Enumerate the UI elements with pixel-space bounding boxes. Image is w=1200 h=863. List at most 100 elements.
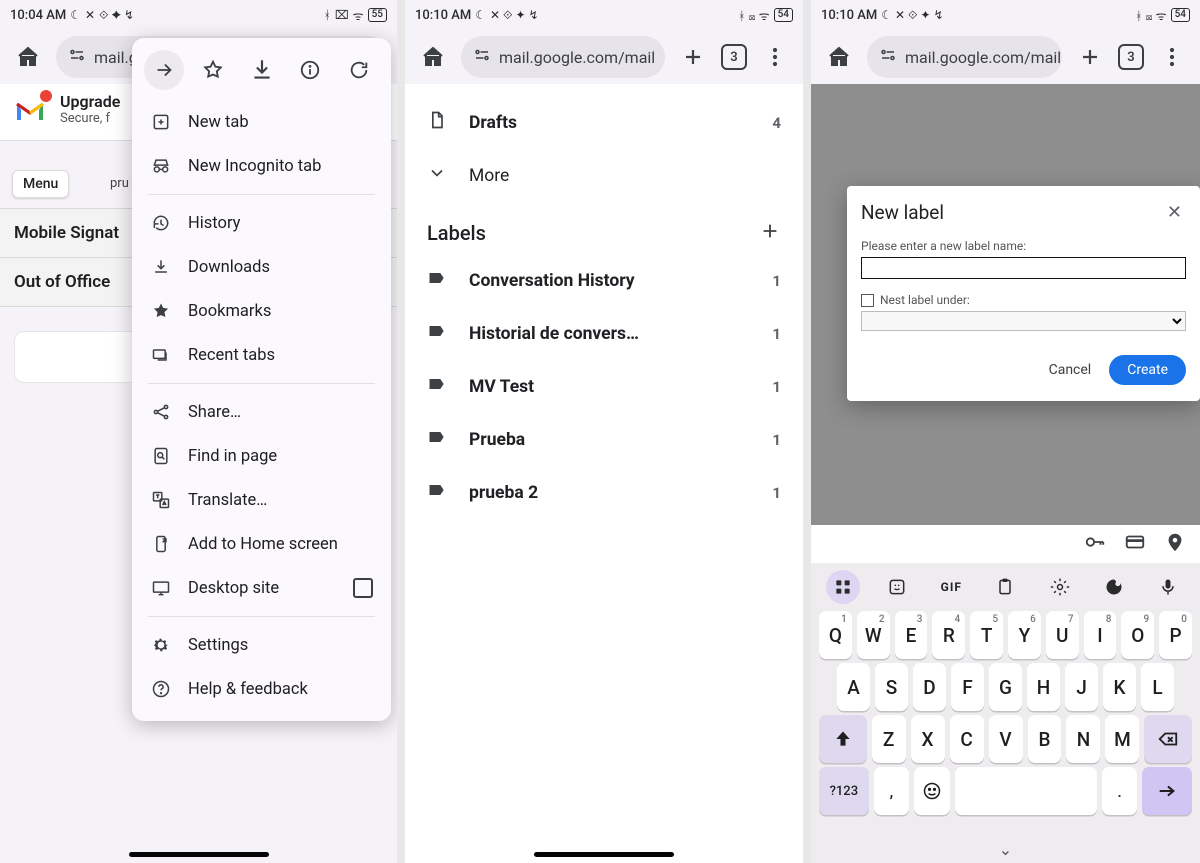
key-y[interactable]: Y6 [1008, 611, 1041, 659]
phone-1-chrome-menu: 10:04 AM ☾ ✕ ⟐ ✦ ↯ ᚼ ⌧ ᯤ 55 mail.g Upg [0, 0, 397, 863]
key-w[interactable]: W2 [857, 611, 890, 659]
card-icon[interactable] [1124, 531, 1146, 557]
status-battery: 54 [774, 8, 793, 22]
kbd-mic-icon[interactable] [1150, 569, 1186, 605]
key-g[interactable]: G [989, 663, 1022, 711]
key-i[interactable]: I8 [1084, 611, 1117, 659]
kbd-sticker-icon[interactable] [879, 569, 915, 605]
label-name-input[interactable] [861, 257, 1186, 279]
kbd-theme-icon[interactable] [1096, 569, 1132, 605]
key-p[interactable]: P0 [1159, 611, 1192, 659]
password-key-icon[interactable] [1084, 531, 1106, 557]
gmail-menu-button[interactable]: Menu [12, 170, 69, 198]
new-tab-icon[interactable] [1070, 37, 1110, 77]
key-a[interactable]: A [837, 663, 870, 711]
menu-history[interactable]: History [132, 201, 391, 245]
menu-share[interactable]: Share… [132, 390, 391, 434]
overflow-menu-icon[interactable] [1152, 37, 1192, 77]
key-comma[interactable]: , [874, 767, 910, 815]
menu-new-tab[interactable]: New tab [132, 100, 391, 144]
key-n[interactable]: N [1066, 715, 1100, 763]
key-j[interactable]: J [1065, 663, 1098, 711]
key-t[interactable]: T5 [970, 611, 1003, 659]
key-k[interactable]: K [1103, 663, 1136, 711]
nest-select[interactable] [861, 311, 1186, 331]
info-icon[interactable] [290, 50, 330, 90]
menu-downloads[interactable]: Downloads [132, 245, 391, 289]
label-item[interactable]: Historial de convers… 1 [423, 307, 785, 360]
menu-desktop-site[interactable]: Desktop site [132, 566, 391, 610]
tab-count[interactable]: 3 [1118, 44, 1144, 70]
site-settings-icon[interactable] [473, 46, 491, 68]
label-item[interactable]: prueba 2 1 [423, 466, 785, 519]
add-label-icon[interactable] [759, 220, 781, 246]
menu-bookmarks[interactable]: Bookmarks [132, 289, 391, 333]
key-o[interactable]: O9 [1121, 611, 1154, 659]
new-tab-icon[interactable] [673, 37, 713, 77]
key-l[interactable]: L [1141, 663, 1174, 711]
key-x[interactable]: X [911, 715, 945, 763]
nest-checkbox[interactable] [861, 294, 874, 307]
menu-find-in-page[interactable]: Find in page [132, 434, 391, 478]
desktop-checkbox[interactable] [353, 578, 373, 598]
home-icon[interactable] [8, 37, 48, 77]
key-e[interactable]: E3 [895, 611, 928, 659]
url-text: mail.google.com/mail [499, 48, 655, 67]
bookmark-star-icon[interactable] [193, 50, 233, 90]
key-symbols[interactable]: ?123 [819, 767, 869, 815]
site-settings-icon[interactable] [879, 46, 897, 68]
status-data-icon: ⌧ [335, 8, 349, 22]
key-space[interactable] [955, 767, 1097, 815]
tab-count[interactable]: 3 [721, 44, 747, 70]
labels-title: Labels [427, 221, 486, 245]
menu-incognito[interactable]: New Incognito tab [132, 144, 391, 188]
menu-translate[interactable]: Translate… [132, 478, 391, 522]
kbd-settings-icon[interactable] [1042, 569, 1078, 605]
status-bt-icon: ᚼ ⌧ ᯤ [1135, 7, 1166, 24]
key-v[interactable]: V [989, 715, 1023, 763]
key-u[interactable]: U7 [1046, 611, 1079, 659]
gear-icon [150, 635, 172, 655]
key-d[interactable]: D [913, 663, 946, 711]
sidebar-drafts[interactable]: Drafts 4 [423, 96, 785, 149]
overflow-menu-icon[interactable] [755, 37, 795, 77]
create-button[interactable]: Create [1109, 355, 1186, 385]
key-z[interactable]: Z [872, 715, 906, 763]
download-icon[interactable] [242, 50, 282, 90]
keyboard-collapse-icon[interactable]: ⌄ [999, 840, 1012, 859]
key-r[interactable]: R4 [932, 611, 965, 659]
url-bar[interactable]: mail.google.com/mail [461, 36, 665, 78]
close-icon[interactable]: ✕ [1163, 200, 1186, 225]
key-h[interactable]: H [1027, 663, 1060, 711]
menu-settings[interactable]: Settings [132, 623, 391, 667]
key-enter[interactable] [1142, 767, 1192, 815]
url-bar[interactable]: mail.google.com/mail [867, 36, 1062, 78]
label-item[interactable]: MV Test 1 [423, 360, 785, 413]
key-emoji[interactable] [914, 767, 950, 815]
label-item[interactable]: Prueba 1 [423, 413, 785, 466]
key-shift[interactable] [819, 715, 867, 763]
kbd-apps-icon[interactable] [825, 569, 861, 605]
home-icon[interactable] [413, 37, 453, 77]
menu-recent-tabs[interactable]: Recent tabs [132, 333, 391, 377]
reload-icon[interactable] [339, 50, 379, 90]
key-b[interactable]: B [1028, 715, 1062, 763]
kbd-clipboard-icon[interactable] [987, 569, 1023, 605]
kbd-gif-icon[interactable]: GIF [933, 569, 969, 605]
key-c[interactable]: C [950, 715, 984, 763]
cancel-button[interactable]: Cancel [1049, 362, 1092, 378]
location-pin-icon[interactable] [1164, 531, 1186, 557]
key-backspace[interactable] [1144, 715, 1192, 763]
home-icon[interactable] [819, 37, 859, 77]
key-s[interactable]: S [875, 663, 908, 711]
forward-icon[interactable] [144, 50, 184, 90]
label-item[interactable]: Conversation History 1 [423, 254, 785, 307]
sidebar-more[interactable]: More [423, 149, 785, 202]
menu-add-to-home[interactable]: Add to Home screen [132, 522, 391, 566]
key-m[interactable]: M [1105, 715, 1139, 763]
key-f[interactable]: F [951, 663, 984, 711]
menu-help[interactable]: Help & feedback [132, 667, 391, 711]
key-period[interactable]: . [1102, 767, 1138, 815]
key-q[interactable]: Q1 [819, 611, 852, 659]
site-settings-icon[interactable] [68, 46, 86, 68]
